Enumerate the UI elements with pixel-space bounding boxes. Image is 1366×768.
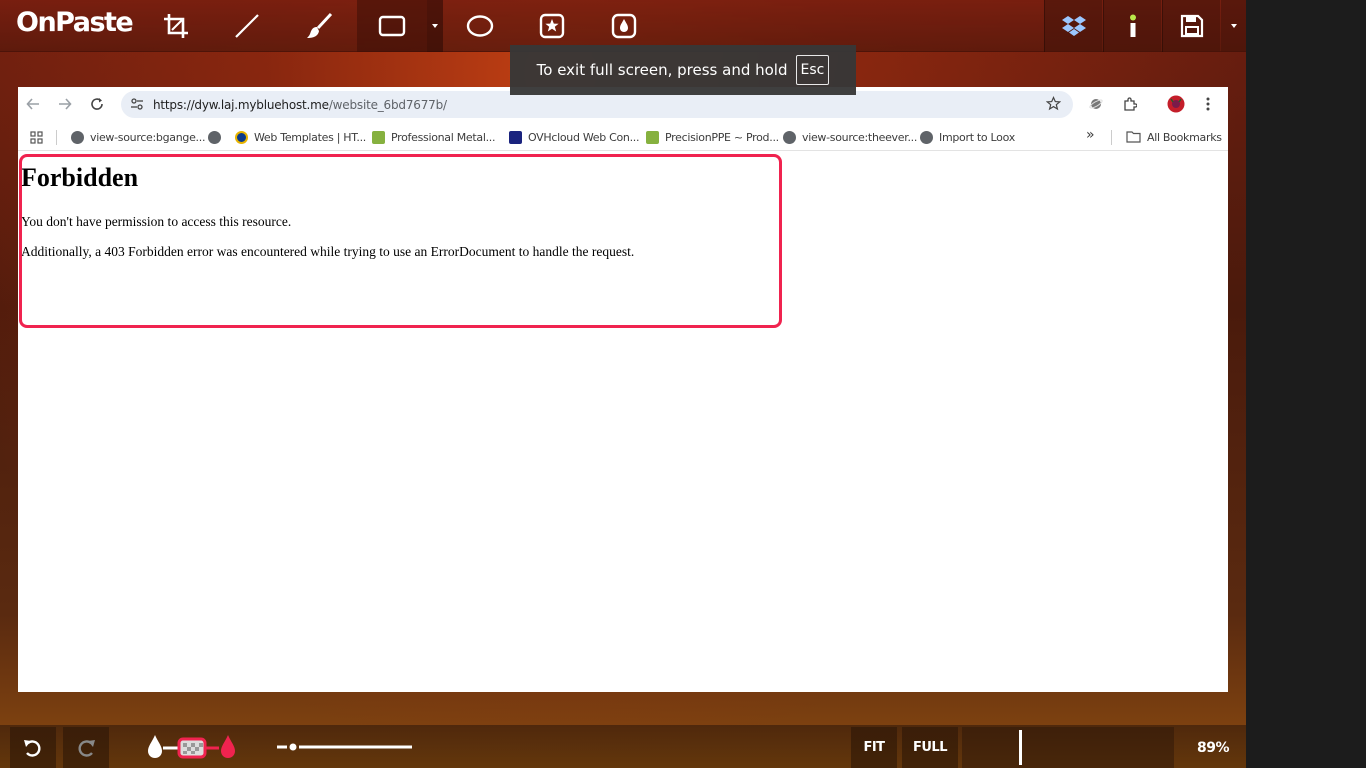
line-icon bbox=[235, 14, 259, 38]
globe-icon bbox=[783, 130, 796, 144]
save-button[interactable] bbox=[1162, 0, 1220, 52]
crop-icon bbox=[164, 14, 188, 38]
blur-drop-icon bbox=[611, 13, 637, 39]
url-path: /website_6bd7677b/ bbox=[328, 97, 447, 112]
bookmark-item: OVHcloud Web Con... bbox=[509, 129, 640, 145]
dropbox-button[interactable] bbox=[1044, 0, 1102, 52]
image-canvas[interactable]: https://dyw.laj.mybluehost.me/website_6b… bbox=[18, 87, 1228, 692]
ellipse-tool-button[interactable] bbox=[445, 0, 515, 52]
zoom-slider-handle[interactable] bbox=[1019, 730, 1022, 765]
bookmark-item: Import to Loox bbox=[920, 129, 1015, 145]
brush-tool-button[interactable] bbox=[284, 0, 354, 52]
extension-planet-icon bbox=[1087, 95, 1105, 113]
bookmark-item bbox=[208, 129, 221, 145]
bookmark-item: Web Templates | HT... bbox=[235, 129, 366, 145]
shape-options-dropdown[interactable] bbox=[427, 0, 443, 52]
save-icon bbox=[1180, 14, 1203, 38]
bottom-toolbar: FIT FULL 89% bbox=[0, 725, 1246, 768]
ovhcloud-icon bbox=[509, 130, 522, 144]
toast-message: To exit full screen, press and hold bbox=[536, 61, 788, 79]
apps-grid-icon bbox=[30, 129, 43, 145]
reload-icon bbox=[88, 95, 106, 113]
stroke-slider-track bbox=[277, 743, 412, 751]
shopify-icon bbox=[372, 130, 385, 144]
full-button[interactable]: FULL bbox=[902, 727, 958, 768]
dropbox-icon bbox=[1061, 16, 1086, 36]
esc-key-badge: Esc bbox=[795, 55, 830, 85]
bookmark-item: Professional Metal... bbox=[372, 129, 495, 145]
bookmark-label: Web Templates | HT... bbox=[254, 130, 366, 144]
url-host: https://dyw.laj.mybluehost.me bbox=[153, 97, 329, 112]
bookmark-item: PrecisionPPE ~ Prod... bbox=[646, 129, 779, 145]
bookmark-item: view-source:theever... bbox=[783, 129, 917, 145]
stroke-width-slider[interactable] bbox=[275, 737, 415, 757]
line-tool-button[interactable] bbox=[212, 0, 282, 52]
folder-icon bbox=[1126, 131, 1141, 143]
site-settings-icon bbox=[130, 97, 144, 116]
caret-down-icon bbox=[432, 24, 438, 28]
all-bookmarks: All Bookmarks bbox=[1126, 129, 1222, 145]
globe-icon bbox=[71, 130, 84, 144]
opacity-slider bbox=[148, 735, 235, 759]
bookmark-label: Import to Loox bbox=[939, 130, 1015, 144]
redo-icon bbox=[78, 739, 95, 757]
zoom-level: 89% bbox=[1196, 739, 1230, 756]
undo-icon bbox=[24, 739, 41, 757]
globe-icon bbox=[208, 130, 221, 144]
bookmark-item: view-source:bgange... bbox=[71, 129, 205, 145]
bookmark-label: PrecisionPPE ~ Prod... bbox=[665, 130, 779, 144]
bookmarks-divider bbox=[56, 130, 57, 145]
all-bookmarks-label: All Bookmarks bbox=[1147, 130, 1222, 144]
fullscreen-exit-toast: To exit full screen, press and hold Esc bbox=[510, 45, 856, 95]
bookmark-label: view-source:bgange... bbox=[90, 130, 206, 144]
menu-kebab-icon bbox=[1199, 95, 1217, 113]
bookmark-star-icon bbox=[1045, 96, 1062, 116]
bookmark-label: OVHcloud Web Con... bbox=[528, 130, 640, 144]
templates-favicon-icon bbox=[235, 130, 248, 144]
rectangle-icon bbox=[378, 15, 406, 37]
brush-icon bbox=[307, 12, 333, 38]
ellipse-icon bbox=[466, 15, 494, 37]
undo-button[interactable] bbox=[10, 727, 56, 768]
url-text: https://dyw.laj.mybluehost.me/website_6b… bbox=[153, 98, 447, 112]
rectangle-tool-button[interactable] bbox=[357, 0, 427, 52]
info-button[interactable] bbox=[1103, 0, 1161, 52]
save-options-dropdown[interactable] bbox=[1221, 0, 1246, 52]
bookmarks-bar: view-source:bgange... Web Templates | HT… bbox=[18, 123, 1228, 151]
app-logo: OnPaste bbox=[16, 7, 134, 38]
zoom-slider[interactable] bbox=[962, 727, 1174, 768]
back-arrow-icon bbox=[24, 95, 42, 113]
bookmark-label: view-source:theever... bbox=[802, 130, 918, 144]
shopify-icon bbox=[646, 130, 659, 144]
screen-margin bbox=[1246, 0, 1366, 768]
star-stamp-icon bbox=[539, 13, 565, 39]
address-bar: https://dyw.laj.mybluehost.me/website_6b… bbox=[121, 91, 1073, 118]
profile-avatar-icon bbox=[1167, 95, 1185, 113]
info-icon bbox=[1129, 14, 1136, 37]
globe-icon bbox=[920, 130, 933, 144]
caret-down-icon bbox=[1230, 24, 1237, 28]
extensions-puzzle-icon bbox=[1120, 95, 1138, 113]
opacity-control[interactable] bbox=[143, 733, 239, 763]
forward-arrow-icon bbox=[56, 95, 74, 113]
fit-button[interactable]: FIT bbox=[851, 727, 897, 768]
crop-tool-button[interactable] bbox=[141, 0, 211, 52]
onpaste-app: OnPaste https://dyw.laj.mybluehost.me/we… bbox=[0, 0, 1246, 768]
bookmarks-overflow: » bbox=[1086, 127, 1095, 143]
redo-button[interactable] bbox=[63, 727, 109, 768]
bookmarks-divider bbox=[1111, 130, 1112, 145]
highlight-rectangle-annotation[interactable] bbox=[19, 154, 782, 328]
bookmark-label: Professional Metal... bbox=[391, 130, 496, 144]
